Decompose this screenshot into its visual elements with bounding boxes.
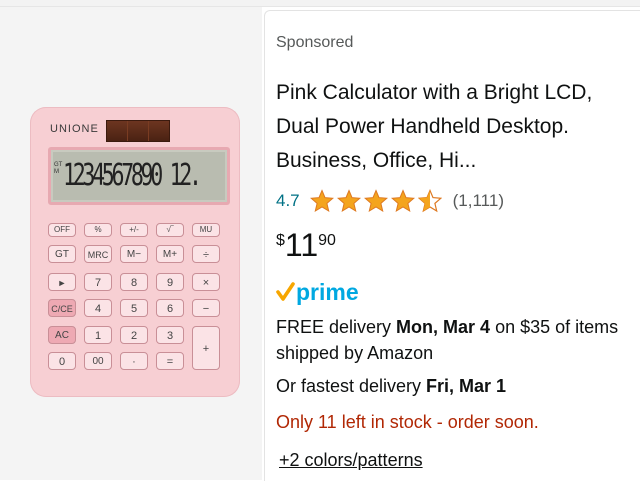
star-full-icon: [336, 189, 361, 213]
key-sqrt: √‾: [156, 223, 184, 237]
key-minus: −: [192, 299, 220, 317]
product-image[interactable]: UNIONE GT M 1234567890 12. OFF % +/- √‾ M…: [30, 107, 240, 397]
price-fraction: 90: [318, 232, 336, 249]
key-gt: GT: [48, 245, 76, 263]
delivery-info: FREE delivery Mon, Mar 4 on $35 of items…: [276, 314, 626, 366]
star-rating[interactable]: [309, 189, 445, 213]
fastest-prefix: Or fastest delivery: [276, 376, 427, 396]
sponsored-label[interactable]: Sponsored: [276, 34, 353, 52]
product-title[interactable]: Pink Calculator with a Bright LCD, Dual …: [276, 76, 626, 178]
prime-badge: prime: [276, 279, 372, 311]
colors-link[interactable]: +2 colors/patterns: [279, 450, 423, 471]
key-mrc: MRC: [84, 245, 112, 263]
star-full-icon: [390, 189, 415, 213]
key-equals: =: [156, 352, 184, 370]
key-percent: %: [84, 223, 112, 237]
key-divide: ÷: [192, 245, 220, 263]
key-off: OFF: [48, 223, 76, 237]
solar-panel: [106, 120, 170, 142]
key-arrow: ►: [48, 273, 76, 291]
star-full-icon: [309, 189, 334, 213]
delivery-prefix: FREE delivery: [276, 317, 397, 337]
star-half-icon: [417, 189, 442, 213]
price[interactable]: $ 11 90: [276, 226, 336, 264]
key-sign: +/-: [120, 223, 148, 237]
key-c-ce: C/CE: [48, 299, 76, 317]
prime-label: prime: [296, 280, 359, 305]
key-4: 4: [84, 299, 112, 317]
key-5: 5: [120, 299, 148, 317]
stock-notice: Only 11 left in stock - order soon.: [276, 412, 539, 432]
key-ac: AC: [48, 326, 76, 344]
top-divider: [0, 0, 640, 7]
fastest-delivery: Or fastest delivery Fri, Mar 1: [276, 376, 506, 397]
price-whole: 11: [284, 227, 319, 263]
review-count[interactable]: (1,111): [453, 191, 504, 211]
key-9: 9: [156, 273, 184, 291]
calculator-display: GT M 1234567890 12.: [48, 147, 230, 205]
key-multiply: ×: [192, 273, 220, 291]
key-1: 1: [84, 326, 112, 344]
key-8: 8: [120, 273, 148, 291]
delivery-date: Mon, Mar 4: [396, 317, 491, 337]
key-00: 00: [84, 352, 112, 370]
key-3: 3: [156, 326, 184, 344]
calculator-brand: UNIONE: [50, 123, 99, 135]
key-m-minus: M−: [120, 245, 148, 263]
key-mu: MU: [192, 223, 220, 237]
key-2: 2: [120, 326, 148, 344]
key-6: 6: [156, 299, 184, 317]
display-digits: 1234567890 12.: [63, 158, 202, 193]
fastest-date: Fri, Mar 1: [426, 376, 507, 396]
key-7: 7: [84, 273, 112, 291]
price-symbol: $: [276, 232, 285, 249]
star-full-icon: [363, 189, 388, 213]
prime-logo-icon: prime: [276, 279, 359, 305]
rating-value: 4.7: [276, 191, 300, 210]
key-m-plus: M+: [156, 245, 184, 263]
key-decimal: ·: [120, 352, 148, 370]
key-plus: +: [192, 326, 220, 370]
rating-row[interactable]: 4.7 (1,111): [276, 188, 504, 214]
display-indicator: GT M: [54, 162, 63, 175]
key-0: 0: [48, 352, 76, 370]
